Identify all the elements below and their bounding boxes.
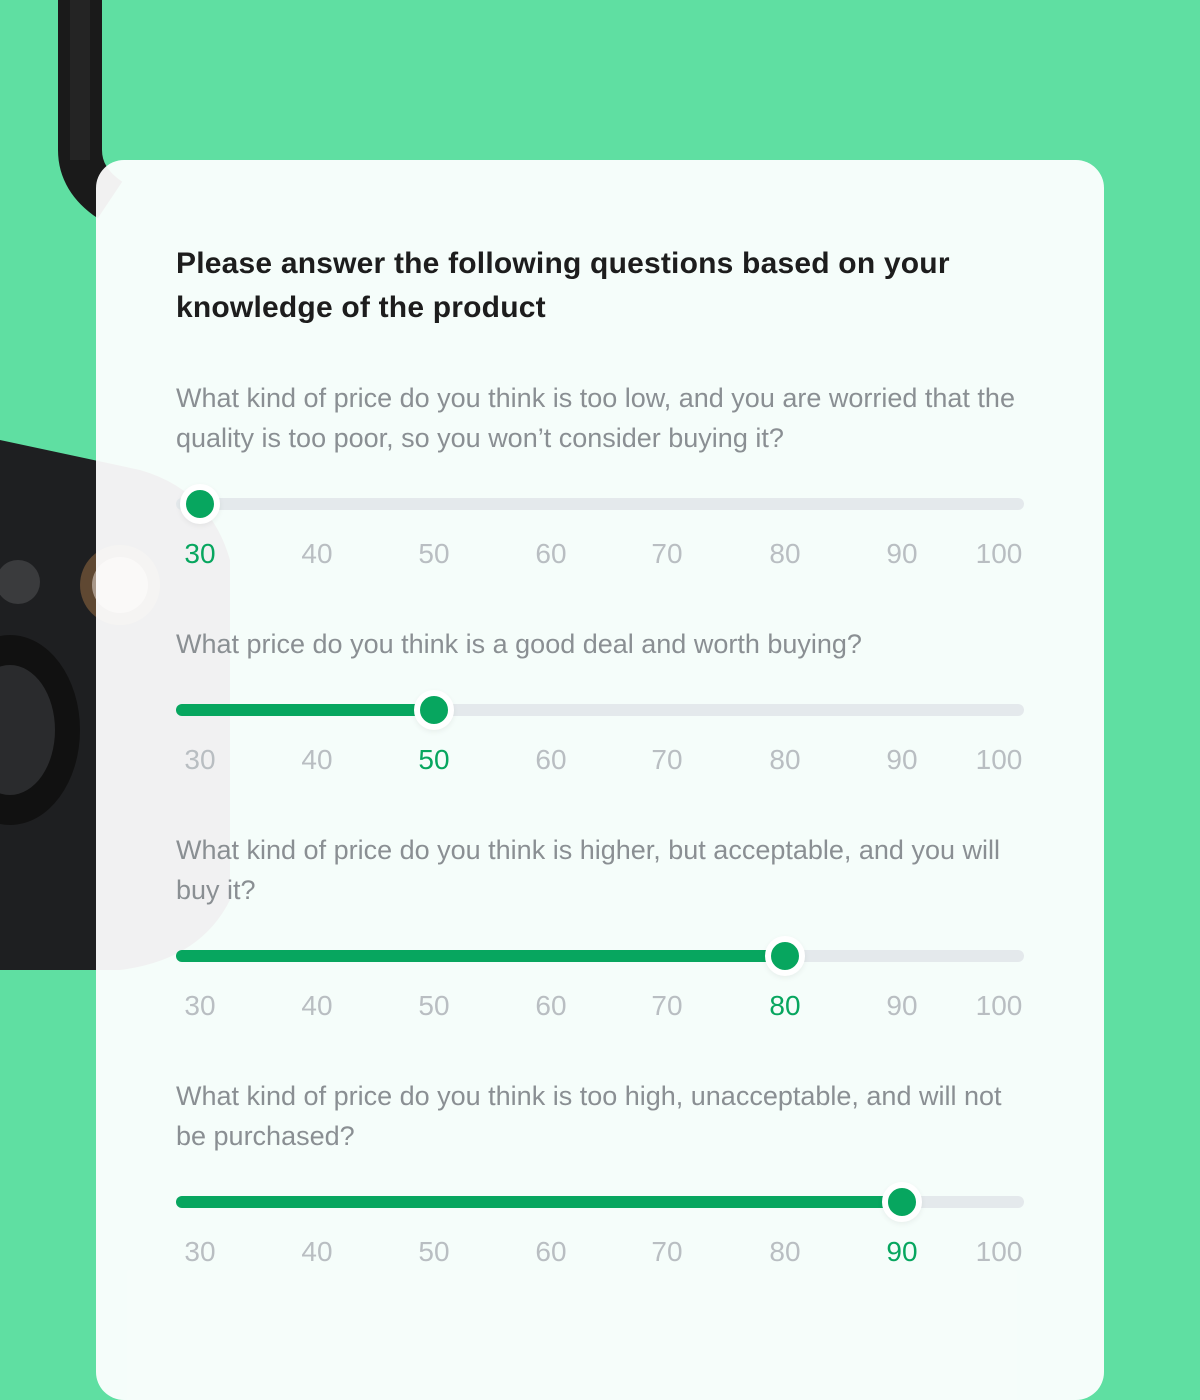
scale-tick-label[interactable]: 70: [627, 1232, 707, 1272]
question-text: What kind of price do you think is too l…: [176, 383, 1015, 453]
slider-thumb[interactable]: [180, 484, 220, 524]
slider-fill: [176, 704, 434, 716]
scale-tick-label[interactable]: 90: [862, 986, 942, 1026]
slider-track[interactable]: [176, 498, 1024, 510]
scale-tick-label[interactable]: 100: [959, 534, 1039, 574]
scale-tick-label[interactable]: 100: [959, 740, 1039, 780]
survey-card: Please answer the following questions ba…: [96, 160, 1104, 1400]
survey-heading: Please answer the following questions ba…: [176, 247, 950, 324]
slider-fill: [176, 950, 785, 962]
price-slider[interactable]: [176, 936, 1024, 976]
scale-tick-label[interactable]: 60: [511, 1232, 591, 1272]
scale-tick-label[interactable]: 30: [160, 986, 240, 1026]
question-text: What price do you think is a good deal a…: [176, 629, 862, 659]
slider-fill: [176, 1196, 902, 1208]
scale-tick-label[interactable]: 50: [394, 740, 474, 780]
scale-tick-label[interactable]: 80: [745, 986, 825, 1026]
scale-tick-label[interactable]: 50: [394, 1232, 474, 1272]
slider-thumb[interactable]: [765, 936, 805, 976]
scale-tick-label[interactable]: 30: [160, 740, 240, 780]
scale-tick-label[interactable]: 30: [160, 1232, 240, 1272]
scale-tick-label[interactable]: 80: [745, 1232, 825, 1272]
scale-tick-label[interactable]: 50: [394, 986, 474, 1026]
scale-tick-label[interactable]: 40: [277, 1232, 357, 1272]
slider-thumb[interactable]: [882, 1182, 922, 1222]
scale-tick-label[interactable]: 40: [277, 534, 357, 574]
scale-tick-label[interactable]: 60: [511, 740, 591, 780]
scale-tick-label[interactable]: 30: [160, 534, 240, 574]
slider-scale: 30 40 50 60 70 80 90 100: [176, 986, 1024, 1026]
scale-tick-label[interactable]: 100: [959, 1232, 1039, 1272]
scale-tick-label[interactable]: 70: [627, 740, 707, 780]
price-slider[interactable]: [176, 690, 1024, 730]
scale-tick-label[interactable]: 40: [277, 740, 357, 780]
scale-tick-label[interactable]: 40: [277, 986, 357, 1026]
scale-tick-label[interactable]: 70: [627, 986, 707, 1026]
scale-tick-label[interactable]: 90: [862, 534, 942, 574]
question-text: What kind of price do you think is too h…: [176, 1081, 1002, 1151]
scale-tick-label[interactable]: 90: [862, 740, 942, 780]
question-text: What kind of price do you think is highe…: [176, 835, 1000, 905]
scale-tick-label[interactable]: 60: [511, 986, 591, 1026]
scale-tick-label[interactable]: 80: [745, 534, 825, 574]
scale-tick-label[interactable]: 80: [745, 740, 825, 780]
slider-scale: 30 40 50 60 70 80 90 100: [176, 534, 1024, 574]
scale-tick-label[interactable]: 50: [394, 534, 474, 574]
slider-scale: 30 40 50 60 70 80 90 100: [176, 740, 1024, 780]
slider-scale: 30 40 50 60 70 80 90 100: [176, 1232, 1024, 1272]
scale-tick-label[interactable]: 70: [627, 534, 707, 574]
scale-tick-label[interactable]: 60: [511, 534, 591, 574]
price-slider[interactable]: [176, 484, 1024, 524]
slider-thumb[interactable]: [414, 690, 454, 730]
scale-tick-label[interactable]: 100: [959, 986, 1039, 1026]
scale-tick-label[interactable]: 90: [862, 1232, 942, 1272]
price-slider[interactable]: [176, 1182, 1024, 1222]
